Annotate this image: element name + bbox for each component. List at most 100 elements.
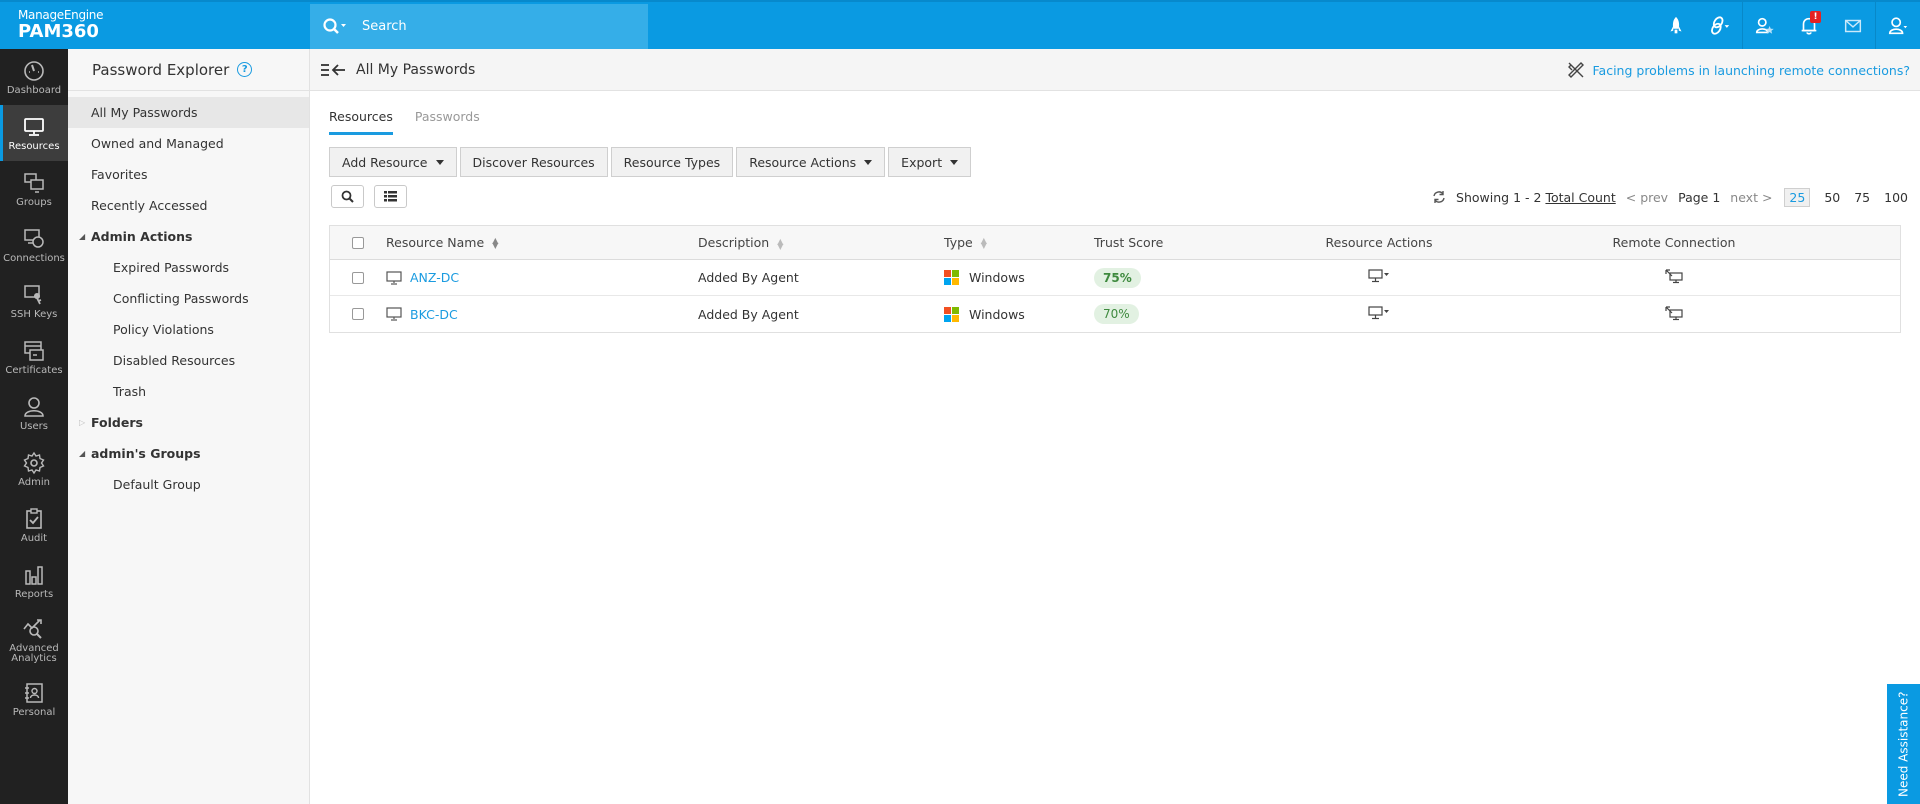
column-header-resource-name[interactable]: Resource Name ▲ ▼ <box>386 235 698 250</box>
prev-page-link[interactable]: < prev <box>1626 190 1668 205</box>
help-icon[interactable]: ? <box>237 62 253 77</box>
tab-resources[interactable]: Resources <box>329 105 393 135</box>
discover-resources-button[interactable]: Discover Resources <box>459 147 608 177</box>
caret-down-icon <box>435 159 444 165</box>
remote-connection-icon[interactable] <box>1664 305 1684 321</box>
add-resource-button[interactable]: Add Resource <box>329 147 457 177</box>
groups-icon <box>24 172 44 193</box>
refresh-icon[interactable] <box>1432 190 1446 204</box>
search-icon[interactable] <box>322 17 348 37</box>
page-size-50[interactable]: 50 <box>1824 190 1840 205</box>
tree-item-policy-violations[interactable]: Policy Violations <box>68 314 309 345</box>
tree-item-owned-and-managed[interactable]: Owned and Managed <box>68 128 309 159</box>
notifications-button[interactable]: ! <box>1787 2 1831 49</box>
search-input[interactable]: Search <box>362 19 407 34</box>
tree-group-admin-actions[interactable]: ◢ Admin Actions <box>68 221 309 252</box>
toggle-menu-back-icon[interactable] <box>320 61 348 79</box>
nav-resources[interactable]: Resources <box>0 105 68 161</box>
gear-icon <box>23 451 45 474</box>
table-row: BKC-DC Added By Agent Windows 70% <box>330 296 1900 332</box>
tree-item-default-group[interactable]: Default Group <box>68 469 309 500</box>
resource-actions-dropdown-icon[interactable] <box>1368 269 1390 283</box>
user-menu-button[interactable] <box>1876 2 1920 49</box>
global-search[interactable]: Search <box>310 4 648 49</box>
windows-logo-icon <box>944 306 959 322</box>
page-title: All My Passwords <box>356 61 476 78</box>
tree-item-expired-passwords[interactable]: Expired Passwords <box>68 252 309 283</box>
tree-item-label: Expired Passwords <box>113 260 230 275</box>
nav-personal[interactable]: Personal <box>0 671 68 727</box>
nav-ssh-keys[interactable]: SSH Keys <box>0 273 68 329</box>
page-size-100[interactable]: 100 <box>1884 190 1908 205</box>
row-checkbox[interactable] <box>352 308 364 320</box>
tab-bar: Resources Passwords <box>329 105 1920 135</box>
resource-actions-dropdown-icon[interactable] <box>1368 305 1390 320</box>
nav-label: Users <box>19 420 48 432</box>
tree-group-admins-groups[interactable]: ◢ admin's Groups <box>68 438 309 469</box>
nav-audit[interactable]: Audit <box>0 497 68 553</box>
tree-item-conflicting-passwords[interactable]: Conflicting Passwords <box>68 283 309 314</box>
nav-label: Audit <box>20 532 48 544</box>
next-page-link[interactable]: next > <box>1730 190 1772 205</box>
select-all-checkbox[interactable] <box>352 236 364 249</box>
resource-types-button[interactable]: Resource Types <box>610 147 734 177</box>
remote-connection-help-link[interactable]: Facing problems in launching remote conn… <box>1567 61 1910 79</box>
tree-item-label: admin's Groups <box>91 446 201 461</box>
current-page: Page 1 <box>1678 189 1721 205</box>
brand-logo[interactable]: ManageEngine PAM360 <box>18 8 104 42</box>
nav-groups[interactable]: Groups <box>0 161 68 217</box>
tree-item-recently-accessed[interactable]: Recently Accessed <box>68 190 309 221</box>
trust-score-badge: 75% <box>1094 267 1141 288</box>
sort-icon[interactable]: ▲ ▼ <box>777 237 783 250</box>
table-search-button[interactable] <box>331 185 364 208</box>
nav-label: Resources <box>8 140 60 152</box>
tree-item-disabled-resources[interactable]: Disabled Resources <box>68 345 309 376</box>
collapsed-triangle-icon[interactable]: ▷ <box>79 418 91 427</box>
page-size-75[interactable]: 75 <box>1854 190 1870 205</box>
tree-item-all-my-passwords[interactable]: All My Passwords <box>68 97 309 128</box>
expanded-triangle-icon[interactable]: ◢ <box>79 232 91 241</box>
column-label: Description <box>698 235 770 250</box>
resource-actions-button[interactable]: Resource Actions <box>736 147 886 177</box>
messages-button[interactable] <box>1831 2 1875 49</box>
sort-icon[interactable]: ▲ ▼ <box>981 236 987 249</box>
nav-dashboard[interactable]: Dashboard <box>0 49 68 105</box>
rocket-button[interactable] <box>1654 2 1698 49</box>
export-button[interactable]: Export <box>888 147 972 177</box>
explorer-title: Password Explorer <box>92 60 230 79</box>
tree-item-favorites[interactable]: Favorites <box>68 159 309 190</box>
total-count-link[interactable]: Total Count <box>1545 190 1615 205</box>
tab-passwords[interactable]: Passwords <box>415 105 480 135</box>
nav-users[interactable]: Users <box>0 385 68 441</box>
nav-reports[interactable]: Reports <box>0 553 68 609</box>
sort-icon[interactable]: ▲ ▼ <box>492 236 498 249</box>
nav-label: Certificates <box>5 364 63 376</box>
row-checkbox[interactable] <box>352 271 364 284</box>
resource-name-link[interactable]: ANZ-DC <box>410 270 459 285</box>
remote-connection-icon[interactable] <box>1664 268 1684 284</box>
link-icon <box>1711 15 1730 35</box>
left-navigation: Dashboard Resources Groups Connections S… <box>0 49 68 804</box>
main-content: All My Passwords Facing problems in laun… <box>310 49 1920 804</box>
tree-group-folders[interactable]: ▷ Folders <box>68 407 309 438</box>
action-toolbar: Add Resource Discover Resources Resource… <box>329 147 1920 177</box>
resource-name-link[interactable]: BKC-DC <box>410 307 458 322</box>
nav-advanced-analytics[interactable]: Advanced Analytics <box>0 609 68 671</box>
column-header-description[interactable]: Description ▲ ▼ <box>698 235 944 250</box>
nav-certificates[interactable]: Certificates <box>0 329 68 385</box>
top-bar: ManageEngine PAM360 Search ! <box>0 0 1920 49</box>
expanded-triangle-icon[interactable]: ◢ <box>79 449 91 458</box>
privileged-user-button[interactable] <box>1743 2 1787 49</box>
links-button[interactable] <box>1698 2 1742 49</box>
button-label: Resource Types <box>623 154 721 170</box>
nav-connections[interactable]: Connections <box>0 217 68 273</box>
column-header-type[interactable]: Type ▲ ▼ <box>944 235 1094 250</box>
ssh-key-icon <box>24 284 42 304</box>
need-assistance-button[interactable]: Need Assistance? <box>1887 684 1920 804</box>
password-explorer-panel: Password Explorer ? All My Passwords Own… <box>68 49 310 804</box>
tree-item-trash[interactable]: Trash <box>68 376 309 407</box>
nav-label: Dashboard <box>6 84 62 96</box>
column-chooser-button[interactable] <box>374 185 407 208</box>
nav-admin[interactable]: Admin <box>0 441 68 497</box>
page-size-25[interactable]: 25 <box>1784 187 1811 207</box>
